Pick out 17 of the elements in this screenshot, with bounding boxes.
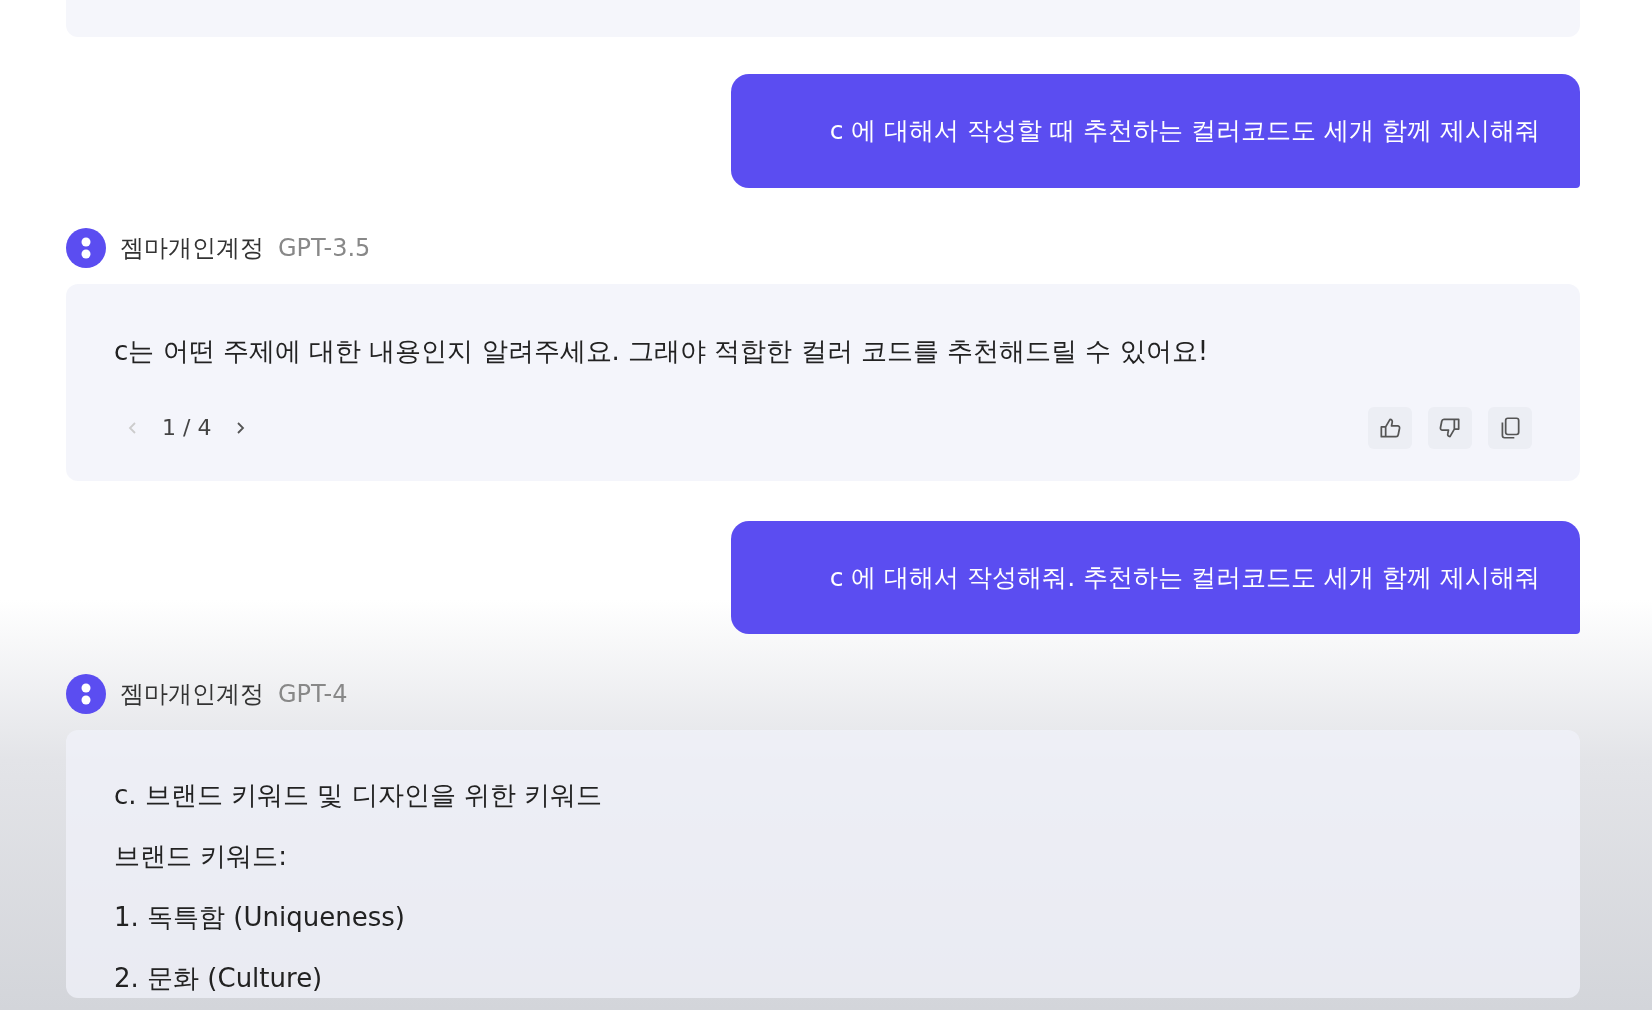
user-message: c 에 대해서 작성할 때 추천하는 컬러코드도 세개 함께 제시해줘: [731, 74, 1580, 188]
message-text: c는 어떤 주제에 대한 내용인지 알려주세요. 그래야 적합한 컬러 코드를 추천해드릴 수 있어요!: [114, 334, 1210, 368]
avatar-icon: [66, 674, 106, 714]
model-name: GPT-3.5: [278, 232, 371, 264]
message-text: c. 브랜드 키워드 및 디자인을 위한 키워드: [114, 779, 604, 812]
message-text: 브랜드 키워드:: [114, 840, 289, 873]
thumbs-down-button[interactable]: [1428, 406, 1472, 449]
message-text: 1. 독특함 (Uniqueness): [114, 901, 406, 934]
page-counter: 1 / 4: [162, 414, 212, 442]
message-text: 2. 문화 (Culture): [114, 962, 324, 995]
avatar-icon: [66, 227, 106, 268]
author-name: 젬마개인계정: [120, 232, 264, 264]
thumbs-up-button[interactable]: [1368, 406, 1412, 449]
model-name: GPT-4: [278, 679, 348, 710]
user-message: c 에 대해서 작성해줘. 추천하는 컬러코드도 세개 함께 제시해줘: [731, 520, 1580, 634]
copy-button[interactable]: [1488, 406, 1532, 449]
author-name: 젬마개인계정: [120, 679, 264, 710]
